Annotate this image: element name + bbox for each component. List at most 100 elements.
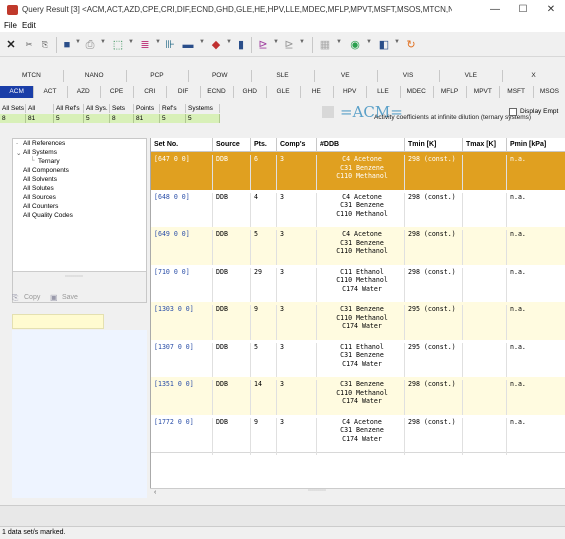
column-header[interactable]: Tmax [K] xyxy=(463,138,507,152)
chevron-down-icon[interactable]: ▼ xyxy=(100,39,106,45)
scroll-grip-icon[interactable]: ⋯⋯⋯ xyxy=(308,487,326,494)
close-window-button[interactable]: ✕ xyxy=(538,2,564,18)
set-number-cell[interactable]: [1351 0 0] xyxy=(151,380,213,418)
tab-nano[interactable]: NANO xyxy=(63,70,127,82)
tab-he[interactable]: HE xyxy=(300,86,334,98)
book-icon[interactable]: ▮ xyxy=(235,37,247,53)
tab-ve[interactable]: VE xyxy=(314,70,378,82)
help-icon[interactable]: ◉ xyxy=(348,37,362,53)
edit-chart2-icon[interactable]: ⊵ xyxy=(282,37,296,53)
chevron-down-icon[interactable]: ▼ xyxy=(226,39,232,45)
refresh-icon[interactable]: ↻ xyxy=(404,37,418,53)
table-icon[interactable]: ▬ xyxy=(181,37,195,53)
menu-file[interactable]: File xyxy=(4,21,17,30)
table-row[interactable]: [710 0 0] DDB 29 3 C11 Ethanol C110 Methanol C… xyxy=(151,264,565,305)
chart-icon[interactable]: ⊪ xyxy=(163,37,177,53)
chevron-down-icon[interactable]: ▼ xyxy=(155,39,161,45)
tab-msos[interactable]: MSOS xyxy=(533,86,565,98)
tab-gle[interactable]: GLE xyxy=(266,86,301,98)
table-row[interactable]: [1303 0 0] DDB 9 3 C31 Benzene C110 Methanol C… xyxy=(151,302,565,343)
scroll-left-icon[interactable]: ‹ xyxy=(154,489,156,496)
set-number-cell[interactable]: [648 0 0] xyxy=(151,192,213,230)
menu-edit[interactable]: Edit xyxy=(22,21,36,30)
set-number-cell[interactable]: [1772 0 0] xyxy=(151,417,213,455)
tab-sle[interactable]: SLE xyxy=(251,70,315,82)
column-header[interactable]: Comp's xyxy=(277,138,317,152)
save-button[interactable]: Save xyxy=(62,294,78,301)
chevron-down-icon[interactable]: ▼ xyxy=(299,39,305,45)
set-number-cell[interactable]: [710 0 0] xyxy=(151,267,213,305)
save-icon[interactable]: ■ xyxy=(61,37,73,53)
tab-cpe[interactable]: CPE xyxy=(100,86,135,98)
table-row[interactable]: [1772 0 0] DDB 9 3 C4 Acetone C31 Benzene C174… xyxy=(151,414,565,455)
tab-lle[interactable]: LLE xyxy=(366,86,401,98)
chevron-down-icon[interactable]: ▼ xyxy=(273,39,279,45)
tab-pow[interactable]: POW xyxy=(188,70,253,82)
column-header[interactable]: #DDB xyxy=(317,138,405,152)
tab-x[interactable]: X xyxy=(502,70,565,82)
edit-chart-icon[interactable]: ⊵ xyxy=(256,37,270,53)
paste-icon[interactable]: ⎘ xyxy=(38,37,52,53)
export-icon[interactable]: ⬚ xyxy=(111,37,125,53)
tab-hpv[interactable]: HPV xyxy=(333,86,368,98)
tab-acm[interactable]: ACM xyxy=(0,86,35,98)
tree-item-all-references[interactable]: All References xyxy=(23,140,65,147)
chevron-down-icon[interactable]: ▼ xyxy=(336,39,342,45)
set-number-cell[interactable]: [649 0 0] xyxy=(151,230,213,268)
tab-mtcn[interactable]: MTCN xyxy=(0,70,64,82)
tab-vle[interactable]: VLE xyxy=(439,70,504,82)
close-x-icon[interactable]: ✕ xyxy=(5,37,17,53)
tree-item-all-solutes[interactable]: All Solutes xyxy=(23,185,54,192)
maximize-button[interactable]: ☐ xyxy=(510,2,536,18)
table-row[interactable]: [1351 0 0] DDB 14 3 C31 Benzene C110 Methanol… xyxy=(151,377,565,418)
minimize-button[interactable]: — xyxy=(482,2,508,18)
table-row[interactable]: [648 0 0] DDB 4 3 C4 Acetone C31 Benzene C110 … xyxy=(151,189,565,230)
table-row[interactable]: [1307 0 0] DDB 5 3 C11 Ethanol C31 Benzene C17… xyxy=(151,339,565,380)
tab-mflp[interactable]: MFLP xyxy=(433,86,468,98)
set-number-cell[interactable]: [647 0 0] xyxy=(151,155,213,193)
tree-item-all-sources[interactable]: All Sources xyxy=(23,194,56,201)
tab-ecnd[interactable]: ECND xyxy=(200,86,235,98)
tab-mdec[interactable]: MDEC xyxy=(400,86,434,98)
column-header[interactable]: Source xyxy=(213,138,251,152)
splitter-grip-icon[interactable]: ⋯⋯⋯ xyxy=(65,273,83,280)
chevron-down-icon[interactable]: ▼ xyxy=(128,39,134,45)
cut-icon[interactable]: ✂ xyxy=(22,37,36,53)
search-input[interactable] xyxy=(12,314,104,329)
tab-azd[interactable]: AZD xyxy=(67,86,101,98)
display-empty-checkbox[interactable] xyxy=(509,108,517,116)
column-header[interactable]: Pmin [kPa] xyxy=(507,138,565,152)
tree-item-ternary[interactable]: Ternary xyxy=(38,158,60,165)
column-header[interactable]: Set No. xyxy=(151,138,213,152)
column-header[interactable]: Tmin [K] xyxy=(405,138,463,152)
tab-msft[interactable]: MSFT xyxy=(500,86,534,98)
chevron-down-icon[interactable]: ▼ xyxy=(394,39,400,45)
tab-pcp[interactable]: PCP xyxy=(126,70,190,82)
copy-button[interactable]: Copy xyxy=(24,294,40,301)
chevron-down-icon[interactable]: ▼ xyxy=(366,39,372,45)
tree-item-all-quality-codes[interactable]: All Quality Codes xyxy=(23,212,73,219)
table-row[interactable]: [647 0 0] DDB 6 3 C4 Acetone C31 Benzene C110 … xyxy=(151,152,565,193)
chevron-down-icon[interactable]: ▼ xyxy=(199,39,205,45)
tab-cri[interactable]: CRI xyxy=(133,86,168,98)
chevron-down-icon[interactable]: ⌄ xyxy=(16,149,21,157)
filter-icon[interactable]: ≣ xyxy=(138,37,152,53)
tab-ghd[interactable]: GHD xyxy=(233,86,268,98)
column-header[interactable]: Pts. xyxy=(251,138,277,152)
table-row[interactable]: [649 0 0] DDB 5 3 C4 Acetone C31 Benzene C110 … xyxy=(151,227,565,268)
tree-item-all-counters[interactable]: All Counters xyxy=(23,203,58,210)
tree-item-all-solvents[interactable]: All Solvents xyxy=(23,176,57,183)
tree-item-all-systems[interactable]: All Systems xyxy=(23,149,57,156)
set-number-cell[interactable]: [1307 0 0] xyxy=(151,342,213,380)
window-icon[interactable]: ◧ xyxy=(377,37,391,53)
mixture-icon[interactable]: ◆ xyxy=(209,37,223,53)
set-number-cell[interactable]: [1303 0 0] xyxy=(151,305,213,343)
print-icon[interactable]: ⎙ xyxy=(83,37,97,53)
tab-vis[interactable]: VIS xyxy=(377,70,441,82)
tab-dif[interactable]: DIF xyxy=(167,86,201,98)
grid-icon[interactable]: ▦ xyxy=(318,37,332,53)
chevron-down-icon[interactable]: ▼ xyxy=(75,39,81,45)
tab-mpvt[interactable]: MPVT xyxy=(466,86,501,98)
tree-item-all-components[interactable]: All Components xyxy=(23,167,69,174)
tab-act[interactable]: ACT xyxy=(33,86,68,98)
